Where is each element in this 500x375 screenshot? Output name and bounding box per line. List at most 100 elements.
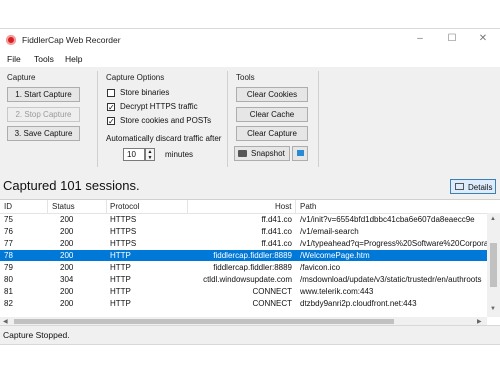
cell-path: /WelcomePage.htm: [300, 251, 370, 260]
camera-icon: [238, 150, 247, 157]
cell-host: ff.d41.co: [261, 227, 292, 236]
checkbox-box: [107, 89, 115, 97]
menu-tools[interactable]: Tools: [34, 54, 54, 64]
start-capture-button[interactable]: 1. Start Capture: [7, 87, 80, 102]
table-row[interactable]: 75 200 HTTPS ff.d41.co /v1/init?v=6554bf…: [0, 214, 487, 225]
sessions-grid: ID Status Protocol Host Path 75 200 HTTP…: [0, 199, 500, 326]
status-text: Capture Stopped.: [3, 330, 70, 340]
snapshot-label: Snapshot: [251, 149, 285, 158]
cell-status: 200: [60, 215, 74, 224]
table-row[interactable]: 82 200 HTTP CONNECT dtzbdy9anri2p.cloudf…: [0, 298, 487, 309]
group-separator: [227, 71, 228, 167]
check-mark-icon: ✓: [107, 103, 115, 112]
cell-host: fiddlercap.fiddler:8889: [213, 251, 292, 260]
cell-path: /msdownload/update/v3/static/trustedr/en…: [300, 275, 482, 284]
close-icon[interactable]: ✕: [468, 31, 498, 47]
tools-group-title: Tools: [236, 73, 255, 82]
app-window: FiddlerCap Web Recorder – ☐ ✕ File Tools…: [0, 28, 500, 345]
column-header-id[interactable]: ID: [4, 202, 12, 211]
cell-id: 79: [4, 263, 13, 272]
minutes-spinner-icon[interactable]: ▲ ▼: [145, 148, 155, 161]
scroll-down-icon[interactable]: ▼: [490, 306, 496, 312]
clear-cookies-button[interactable]: Clear Cookies: [236, 87, 308, 102]
cell-protocol: HTTP: [110, 275, 131, 284]
save-capture-button[interactable]: 3. Save Capture: [7, 126, 80, 141]
discard-minutes-input[interactable]: 10: [123, 148, 145, 161]
scroll-thumb[interactable]: [490, 243, 497, 287]
cell-host: ff.d41.co: [261, 215, 292, 224]
sessions-count: Captured 101 sessions.: [3, 178, 140, 193]
status-bar: Capture Stopped.: [0, 325, 500, 344]
table-row[interactable]: 81 200 HTTP CONNECT www.telerik.com:443: [0, 286, 487, 297]
cell-status: 200: [60, 251, 74, 260]
details-grid-icon: [455, 183, 464, 190]
table-row-selected[interactable]: 78 200 HTTP fiddlercap.fiddler:8889 /Wel…: [0, 250, 487, 261]
cell-id: 80: [4, 275, 13, 284]
check-mark-icon: ✓: [107, 117, 115, 126]
cell-protocol: HTTP: [110, 263, 131, 272]
column-divider: [295, 200, 296, 213]
cell-protocol: HTTPS: [110, 227, 137, 236]
column-header-status[interactable]: Status: [52, 202, 75, 211]
menu-bar: File Tools Help: [0, 51, 500, 67]
cell-host: ctldl.windowsupdate.com: [203, 275, 292, 284]
checkbox-label: Store cookies and POSTs: [120, 116, 212, 125]
details-button[interactable]: Details: [450, 179, 496, 194]
clear-cache-button[interactable]: Clear Cache: [236, 107, 308, 122]
column-header-path[interactable]: Path: [300, 202, 316, 211]
cell-status: 200: [60, 299, 74, 308]
checkbox-label: Decrypt HTTPS traffic: [120, 102, 198, 111]
cell-path: /v1/email-search: [300, 227, 359, 236]
discard-traffic-label: Automatically discard traffic after: [106, 134, 222, 143]
column-divider: [106, 200, 107, 213]
vertical-scrollbar[interactable]: ▲ ▼: [487, 213, 500, 317]
cell-path: /v1/typeahead?q=Progress%20Software%20Co…: [300, 239, 487, 248]
title-bar: FiddlerCap Web Recorder – ☐ ✕: [0, 29, 500, 51]
stop-capture-button[interactable]: 2. Stop Capture: [7, 107, 80, 122]
flag-icon: [297, 150, 304, 156]
cell-id: 75: [4, 215, 13, 224]
column-header-protocol[interactable]: Protocol: [110, 202, 139, 211]
cell-protocol: HTTP: [110, 287, 131, 296]
cell-protocol: HTTP: [110, 251, 131, 260]
cell-status: 200: [60, 263, 74, 272]
cell-host: ff.d41.co: [261, 239, 292, 248]
cell-status: 200: [60, 239, 74, 248]
menu-file[interactable]: File: [7, 54, 21, 64]
menu-help[interactable]: Help: [65, 54, 82, 64]
cell-id: 78: [4, 251, 13, 260]
minimize-icon[interactable]: –: [405, 31, 435, 47]
cell-host: CONNECT: [252, 299, 292, 308]
cell-host: CONNECT: [252, 287, 292, 296]
table-row[interactable]: 80 304 HTTP ctldl.windowsupdate.com /msd…: [0, 274, 487, 285]
checkbox-label: Store binaries: [120, 88, 170, 97]
group-separator: [97, 71, 98, 167]
report-flag-button[interactable]: [292, 146, 308, 161]
cell-id: 82: [4, 299, 13, 308]
maximize-icon[interactable]: ☐: [437, 31, 467, 47]
cell-status: 200: [60, 287, 74, 296]
scroll-left-icon[interactable]: ◀: [3, 318, 8, 325]
table-row[interactable]: 79 200 HTTP fiddlercap.fiddler:8889 /fav…: [0, 262, 487, 273]
scroll-thumb[interactable]: [14, 319, 394, 324]
cell-path: /favicon.ico: [300, 263, 341, 272]
clear-capture-button[interactable]: Clear Capture: [236, 126, 308, 141]
table-row[interactable]: 76 200 HTTPS ff.d41.co /v1/email-search: [0, 226, 487, 237]
column-divider: [47, 200, 48, 213]
options-group-title: Capture Options: [106, 73, 165, 82]
cell-id: 76: [4, 227, 13, 236]
column-header-host[interactable]: Host: [275, 202, 291, 211]
scroll-up-icon[interactable]: ▲: [490, 216, 496, 222]
cell-id: 81: [4, 287, 13, 296]
cell-status: 200: [60, 227, 74, 236]
scroll-right-icon[interactable]: ▶: [477, 318, 482, 325]
cell-id: 77: [4, 239, 13, 248]
table-row[interactable]: 77 200 HTTPS ff.d41.co /v1/typeahead?q=P…: [0, 238, 487, 249]
cell-path: www.telerik.com:443: [300, 287, 374, 296]
cell-path: /v1/init?v=6554bfd1dbbc41cba6e607da8eaec…: [300, 215, 475, 224]
cell-protocol: HTTPS: [110, 239, 137, 248]
snapshot-button[interactable]: Snapshot: [234, 146, 290, 161]
group-separator: [318, 71, 319, 167]
grid-header: ID Status Protocol Host Path: [0, 200, 500, 214]
cell-path: dtzbdy9anri2p.cloudfront.net:443: [300, 299, 417, 308]
